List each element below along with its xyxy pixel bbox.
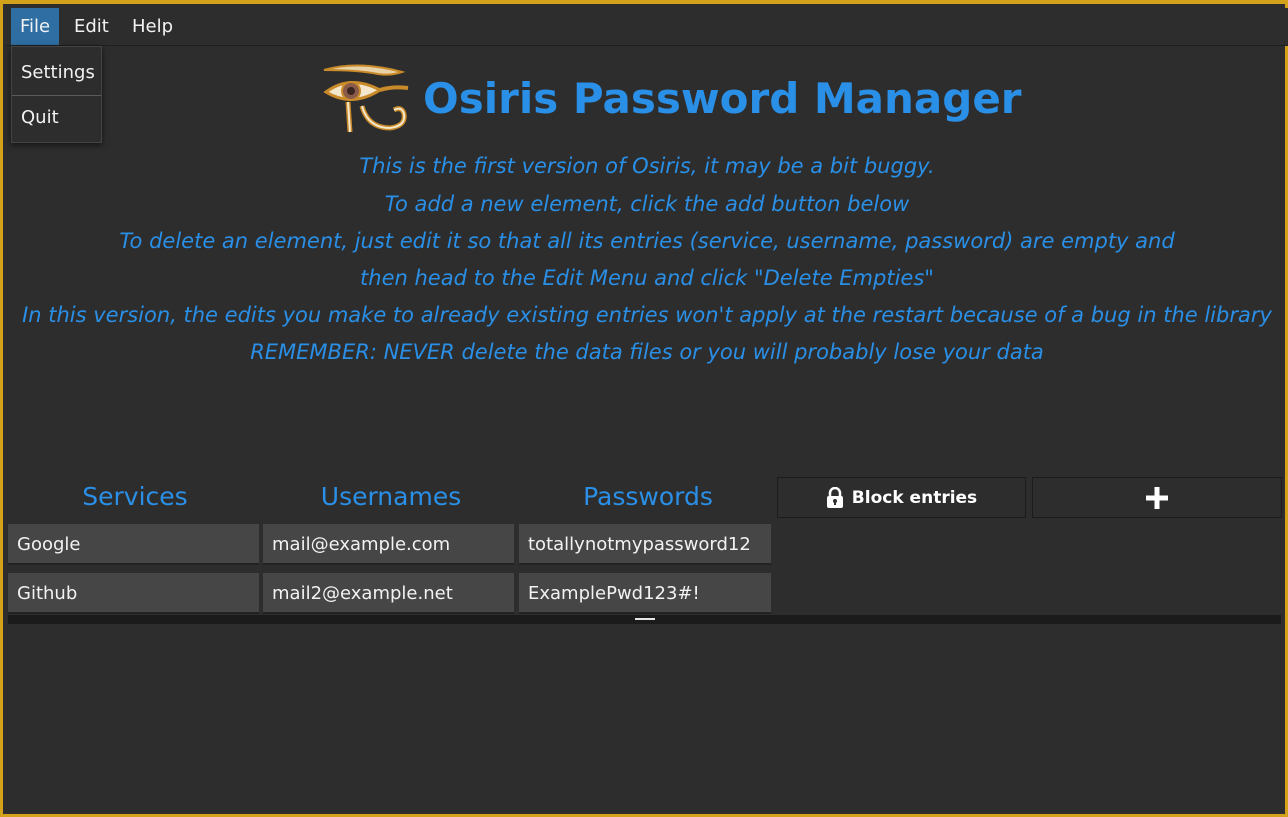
info-line-3: To delete an element, just edit it so th… (119, 229, 1175, 253)
password-field[interactable]: totallynotmypassword12 (519, 524, 771, 565)
menu-edit[interactable]: Edit (74, 8, 109, 45)
app-title: Osiris Password Manager (423, 74, 1022, 123)
info-line-5: In this version, the edits you make to a… (22, 303, 1272, 327)
horizontal-scrollbar[interactable] (8, 615, 1281, 624)
menu-item-settings[interactable]: Settings (12, 51, 101, 95)
info-line-6: REMEMBER: NEVER delete the data files or… (250, 340, 1044, 364)
column-header-services: Services (82, 482, 188, 511)
block-entries-button[interactable]: Block entries (777, 477, 1026, 518)
block-entries-label: Block entries (851, 487, 978, 508)
username-field[interactable]: mail@example.com (263, 524, 514, 565)
info-line-4: then head to the Edit Menu and click "De… (360, 266, 934, 290)
menu-file[interactable]: File (11, 8, 59, 45)
lock-icon (826, 486, 843, 508)
scrollbar-handle[interactable] (635, 618, 655, 620)
menu-help[interactable]: Help (132, 8, 173, 45)
info-line-1: This is the first version of Osiris, it … (359, 154, 935, 178)
column-header-passwords: Passwords (583, 482, 713, 511)
eye-of-horus-icon (323, 64, 409, 133)
menu-item-quit[interactable]: Quit (12, 96, 101, 140)
app-window: File Edit Help Settings Quit Osiris Pass… (0, 0, 1288, 817)
info-line-2: To add a new element, click the add butt… (384, 192, 910, 216)
file-menu-dropdown: Settings Quit (11, 46, 102, 143)
service-field[interactable]: Github (8, 573, 259, 614)
username-field[interactable]: mail2@example.net (263, 573, 514, 614)
menu-bar: File Edit Help (6, 8, 1288, 46)
password-field[interactable]: ExamplePwd123#! (519, 573, 771, 614)
service-field[interactable]: Google (8, 524, 259, 565)
plus-icon (1146, 486, 1168, 509)
column-header-usernames: Usernames (320, 482, 462, 511)
add-entry-button[interactable] (1032, 477, 1282, 518)
